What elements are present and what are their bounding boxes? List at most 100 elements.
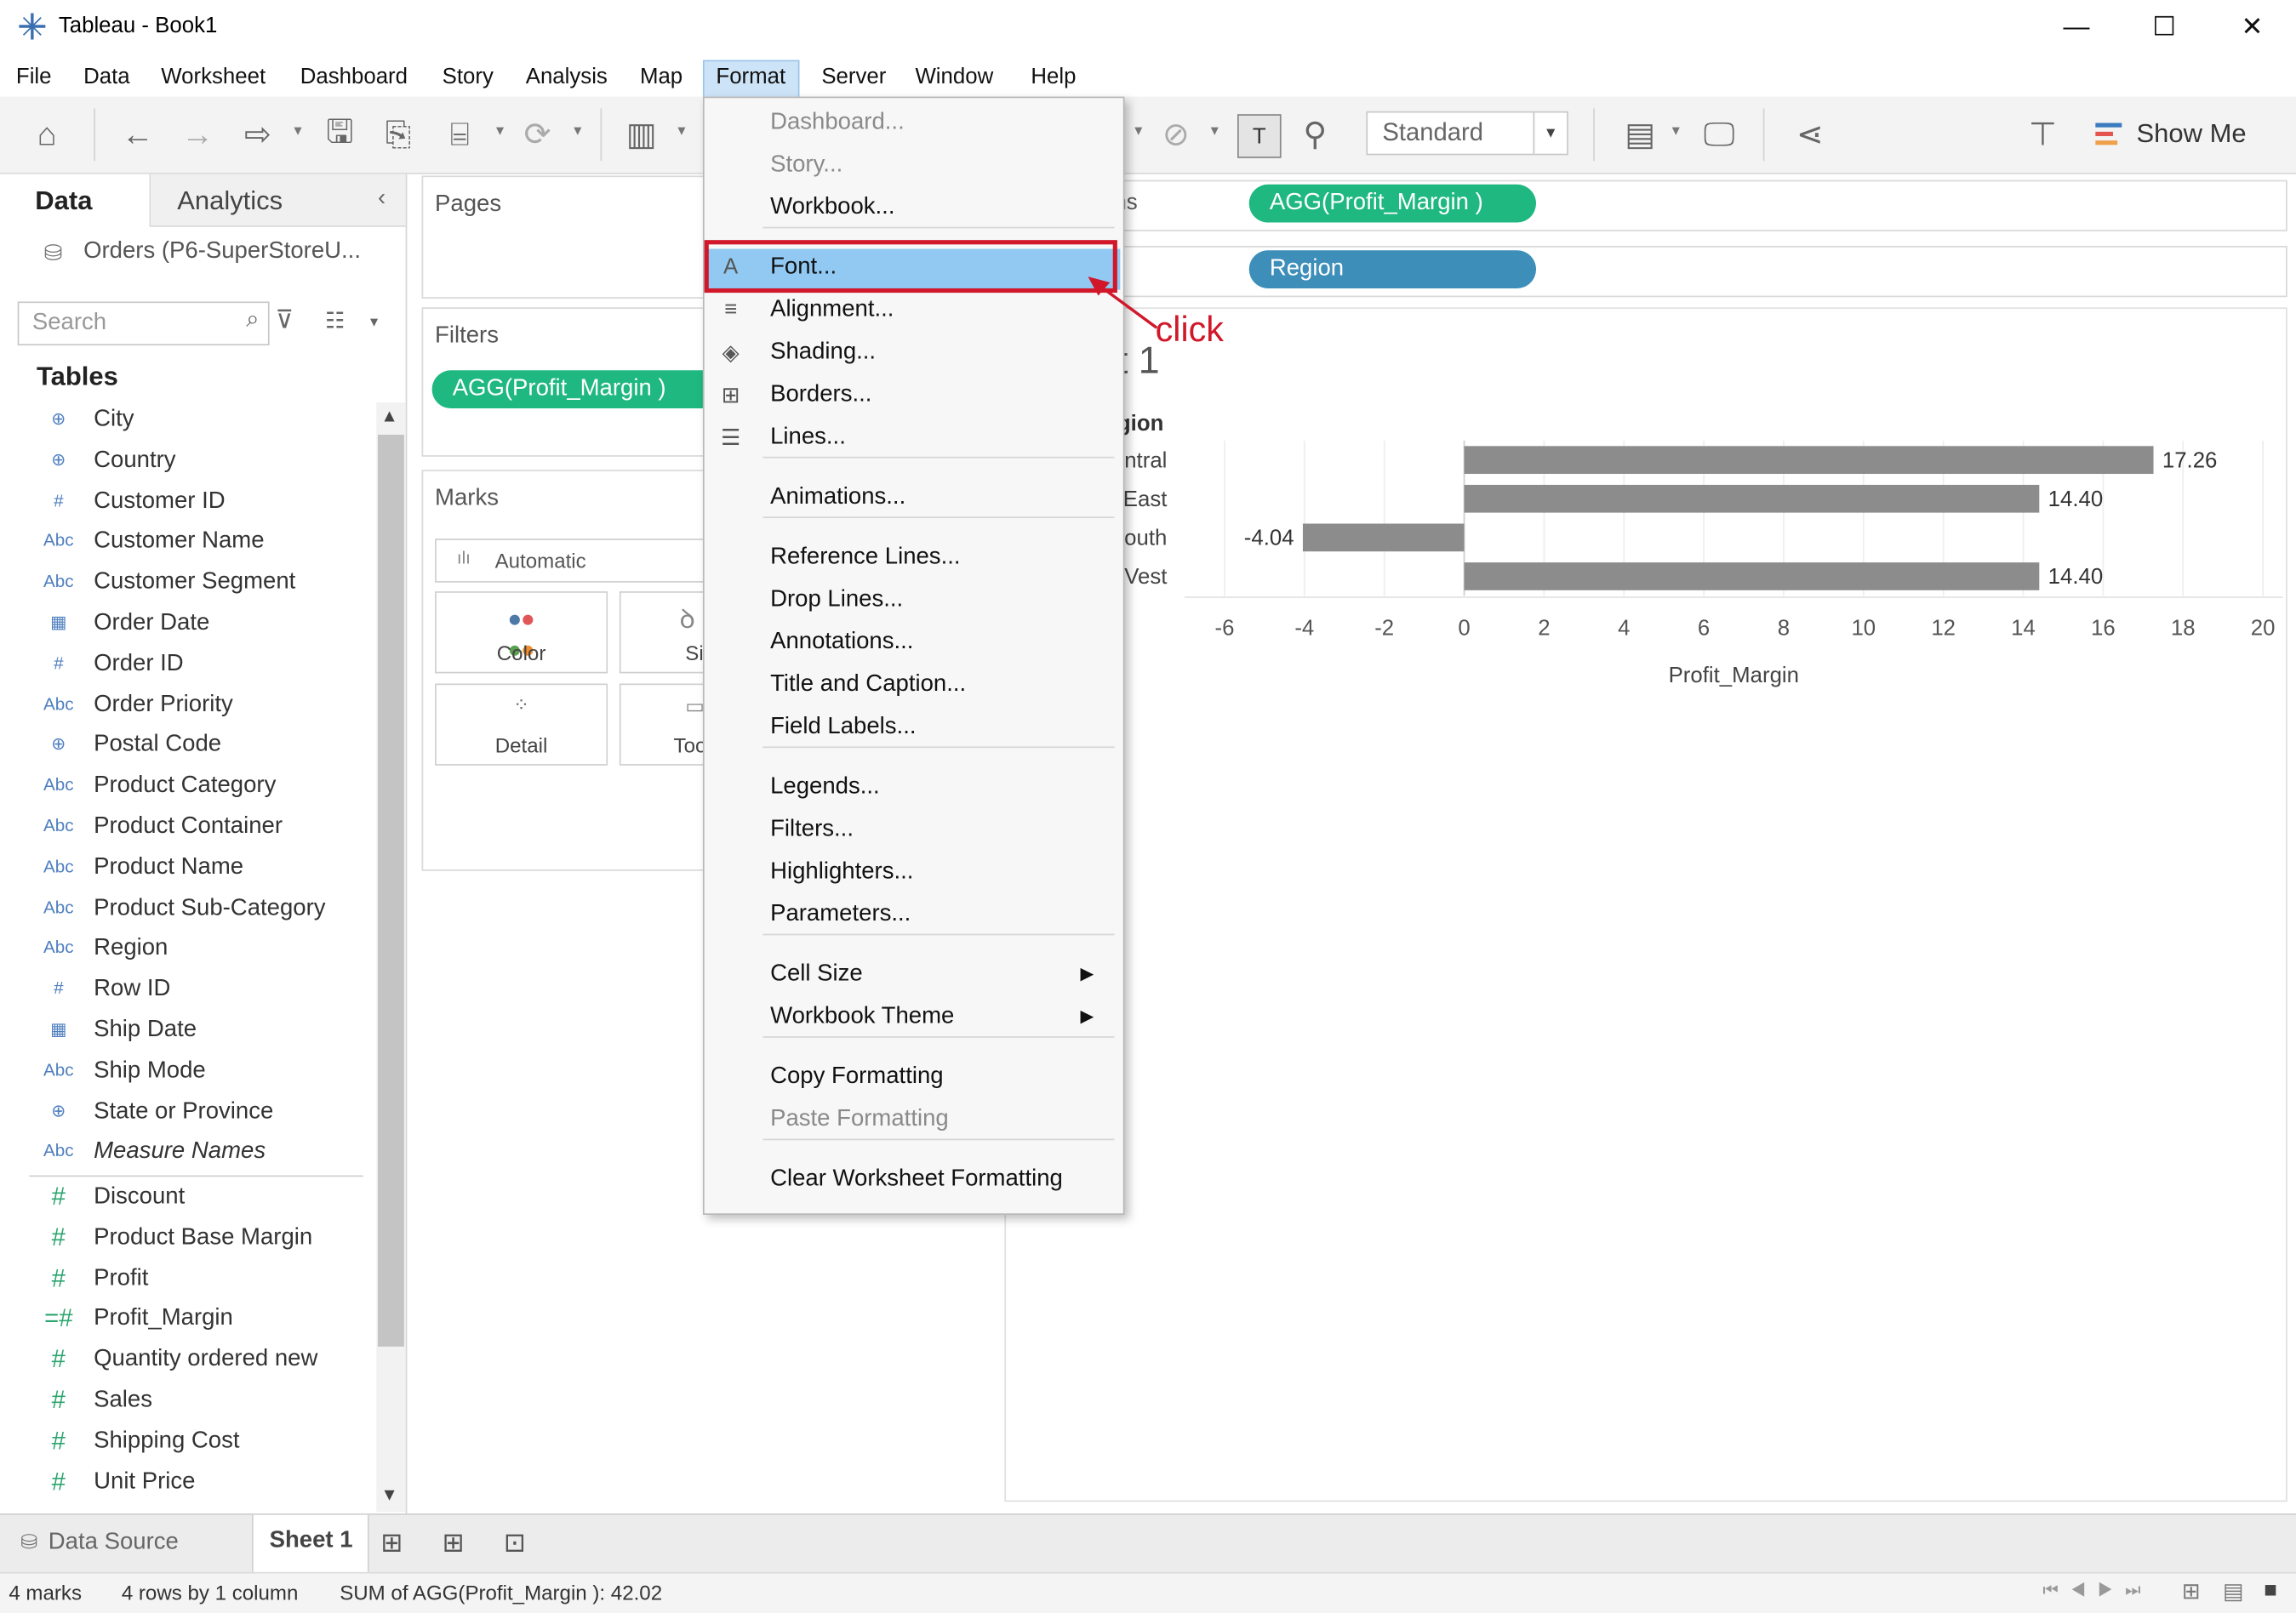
field-product-container[interactable]: Abc Product Container [0, 809, 363, 848]
menu-file[interactable]: File [16, 61, 52, 96]
menu-item-annotations[interactable]: Annotations... [705, 624, 1121, 664]
menu-item-shading[interactable]: ◈ Shading... [705, 333, 1121, 374]
field-sales[interactable]: # Sales [0, 1383, 363, 1422]
field-row-id[interactable]: # Row ID [0, 972, 363, 1012]
save-icon[interactable]: 🖫 [319, 112, 360, 155]
new-datasource-icon[interactable]: ⎘ [378, 114, 419, 155]
tab-data[interactable]: Data [0, 174, 151, 227]
field-shipping-cost[interactable]: # Shipping Cost [0, 1424, 363, 1463]
scroll-up-icon[interactable]: ▲ [380, 406, 397, 426]
maximize-button[interactable]: ☐ [2121, 6, 2208, 47]
field-profit[interactable]: # Profit [0, 1261, 363, 1300]
search-input[interactable]: Search ⌕ [17, 301, 270, 346]
menu-item-highlighters[interactable]: Highlighters... [705, 853, 1121, 894]
show-me-button[interactable]: Show Me [2137, 118, 2247, 149]
field-customer-name[interactable]: Abc Customer Name [0, 525, 363, 564]
group-dropdown-icon[interactable]: ▼ [1208, 123, 1221, 138]
tab-data-source[interactable]: Data Source [49, 1530, 179, 1556]
field-city[interactable]: ⊕ City [0, 402, 363, 442]
redo-icon[interactable]: → [177, 114, 218, 155]
format-painter-icon[interactable]: ⊤ [2022, 114, 2063, 155]
field-profit-margin[interactable]: =# Profit_Margin [0, 1302, 363, 1341]
pin-axes-icon[interactable]: ⚲ [1294, 114, 1335, 155]
field-order-id[interactable]: # Order ID [0, 647, 363, 686]
menu-item-field-labels[interactable]: Field Labels... [705, 709, 1121, 750]
tabs-view-icon[interactable]: ■ [2264, 1578, 2277, 1603]
datasource-name[interactable]: Orders (P6-SuperStoreU... [83, 238, 361, 265]
replay-dropdown-icon[interactable]: ▼ [291, 123, 304, 138]
menu-format[interactable]: Format [702, 60, 799, 99]
tab-analytics[interactable]: Analytics [151, 174, 406, 227]
columns-pill[interactable]: AGG(Profit_Margin ) [1248, 184, 1537, 223]
menu-data[interactable]: Data [83, 61, 130, 96]
minimize-button[interactable]: — [2032, 6, 2120, 47]
menu-item-copy-formatting[interactable]: Copy Formatting [705, 1058, 1121, 1099]
field-product-name[interactable]: Abc Product Name [0, 850, 363, 889]
show-cards-dropdown-icon[interactable]: ▼ [1670, 123, 1682, 138]
rows-pill[interactable]: Region [1248, 250, 1537, 288]
refresh-icon[interactable]: ⟳ [517, 114, 557, 155]
menu-window[interactable]: Window [915, 61, 993, 96]
tab-sheet1[interactable]: Sheet 1 [251, 1514, 369, 1572]
show-mark-labels-icon[interactable]: T [1237, 114, 1282, 158]
new-dashboard-tab-icon[interactable]: ⊞ [443, 1528, 465, 1559]
new-worksheet-dropdown-icon[interactable]: ▼ [675, 123, 688, 138]
field-region[interactable]: Abc Region [0, 932, 363, 971]
menu-item-workbook[interactable]: Workbook... [705, 189, 1121, 230]
menu-item-animations[interactable]: Animations... [705, 479, 1121, 520]
menu-worksheet[interactable]: Worksheet [161, 61, 266, 96]
menu-item-lines[interactable]: ☰ Lines... [705, 419, 1121, 459]
menu-item-parameters[interactable]: Parameters... [705, 896, 1121, 937]
scroll-down-icon[interactable]: ▼ [380, 1485, 397, 1505]
field-state-or-province[interactable]: ⊕ State or Province [0, 1094, 363, 1133]
field-ship-date[interactable]: ▦ Ship Date [0, 1013, 363, 1052]
menu-item-title-and-caption[interactable]: Title and Caption... [705, 666, 1121, 707]
menu-item-borders[interactable]: ⊞ Borders... [705, 376, 1121, 417]
menu-dashboard[interactable]: Dashboard [300, 61, 408, 96]
new-worksheet-tab-icon[interactable]: ⊞ [380, 1528, 403, 1559]
field-product-sub-category[interactable]: Abc Product Sub-Category [0, 891, 363, 930]
show-cards-icon[interactable]: ▤ [1619, 114, 1660, 155]
view-list-icon[interactable]: ☷ [325, 307, 345, 333]
show-me-icon[interactable] [2095, 120, 2122, 149]
color-button[interactable]: Color [435, 591, 608, 674]
menu-help[interactable]: Help [1031, 61, 1076, 96]
field-unit-price[interactable]: # Unit Price [0, 1465, 363, 1504]
field-order-priority[interactable]: Abc Order Priority [0, 687, 363, 727]
scrollbar-thumb[interactable] [377, 434, 404, 1347]
pause-updates-dropdown-icon[interactable]: ▼ [494, 123, 506, 138]
detail-button[interactable]: ⁘ Detail [435, 683, 608, 766]
undo-icon[interactable]: ← [117, 114, 158, 155]
field-order-date[interactable]: ▦ Order Date [0, 606, 363, 645]
menu-item-legends[interactable]: Legends... [705, 768, 1121, 809]
menu-item-filters[interactable]: Filters... [705, 811, 1121, 852]
menu-item-clear-worksheet-formatting[interactable]: Clear Worksheet Formatting [705, 1160, 1121, 1201]
close-button[interactable]: ✕ [2208, 6, 2296, 47]
menu-story[interactable]: Story [443, 61, 494, 96]
field-measure-names[interactable]: Abc Measure Names [0, 1135, 363, 1174]
field-product-category[interactable]: Abc Product Category [0, 769, 363, 808]
menu-item-cell-size[interactable]: Cell Size ▶ [705, 955, 1121, 996]
highlight-dropdown-icon[interactable]: ▼ [1132, 123, 1145, 138]
filter-icon[interactable]: ⊽ [275, 306, 293, 335]
field-customer-id[interactable]: # Customer ID [0, 484, 363, 523]
field-quantity-ordered-new[interactable]: # Quantity ordered new [0, 1342, 363, 1382]
home-icon[interactable]: ⌂ [26, 114, 67, 155]
refresh-dropdown-icon[interactable]: ▼ [571, 123, 584, 138]
menu-server[interactable]: Server [821, 61, 886, 96]
view-dropdown-icon[interactable]: ▼ [368, 315, 380, 329]
presentation-mode-icon[interactable]: 🖵 [1699, 114, 1739, 155]
field-ship-mode[interactable]: Abc Ship Mode [0, 1053, 363, 1092]
menu-item-reference-lines[interactable]: Reference Lines... [705, 539, 1121, 579]
field-country[interactable]: ⊕ Country [0, 443, 363, 482]
field-postal-code[interactable]: ⊕ Postal Code [0, 728, 363, 767]
menu-item-workbook-theme[interactable]: Workbook Theme ▶ [705, 998, 1121, 1039]
share-icon[interactable]: ⋖ [1790, 114, 1831, 155]
field-discount[interactable]: # Discount [0, 1180, 363, 1219]
field-customer-segment[interactable]: Abc Customer Segment [0, 565, 363, 604]
filmstrip-icon[interactable]: ▤ [2223, 1578, 2243, 1604]
mark-type-select[interactable]: ılı Automatic [435, 539, 717, 583]
new-worksheet-icon[interactable]: ▥ [621, 114, 662, 155]
group-paperclip-icon[interactable]: ⊘ [1156, 114, 1197, 155]
replay-icon[interactable]: ⇨ [237, 114, 278, 155]
